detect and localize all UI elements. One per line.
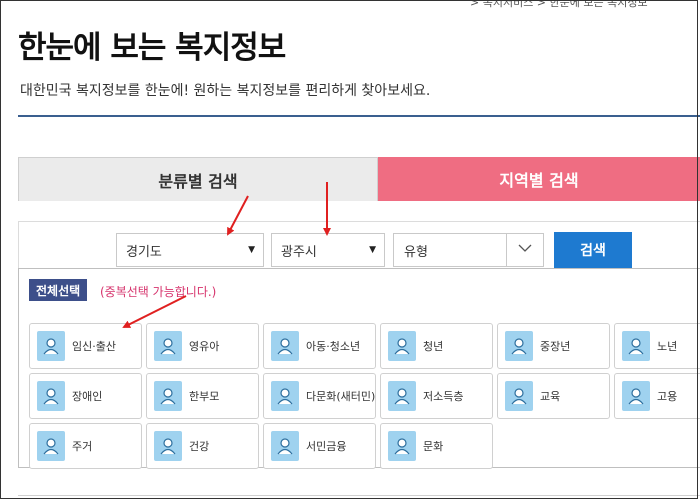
infant-icon [154,331,182,361]
category-item[interactable]: 영유아 [146,323,259,369]
category-label: 장애인 [72,390,103,403]
category-item[interactable]: 건강 [146,423,259,469]
heart-pulse-icon [154,431,182,461]
tab-region-search[interactable]: 지역별 검색 [378,157,700,201]
house-icon [37,431,65,461]
category-item[interactable]: 주거 [29,423,142,469]
category-label: 저소득층 [423,390,464,403]
category-item[interactable]: 교육 [497,373,610,419]
breadcrumb: > 복지서비스 > 한눈에 보는 복지정보 [470,0,648,9]
province-select[interactable]: 경기도 ▼ [116,233,264,267]
title-divider [18,115,700,117]
globe-icon [271,381,299,411]
dropdown-arrow-icon: ▼ [369,245,376,255]
select-all-button[interactable]: 전체선택 [29,279,88,301]
category-label: 임신·출산 [72,340,116,353]
category-item[interactable]: 중장년 [497,323,610,369]
category-label: 다문화(새터민) [306,390,376,403]
type-select[interactable]: 유형 [393,233,544,267]
category-label: 주거 [72,440,93,453]
category-label: 중장년 [540,340,571,353]
category-item[interactable]: 청년 [380,323,493,369]
category-label: 노년 [657,340,678,353]
page-title: 한눈에 보는 복지정보 [18,30,286,66]
province-value: 경기도 [126,244,162,260]
category-label: 고용 [657,390,678,403]
category-label: 교육 [540,390,561,403]
middle-aged-icon [505,331,533,361]
city-select[interactable]: 광주시 ▼ [271,233,385,267]
category-label: 청년 [423,340,444,353]
elderly-icon [622,331,650,361]
page-subtitle: 대한민국 복지정보를 한눈에! 원하는 복지정보를 편리하게 찾아보세요. [20,83,431,99]
category-item[interactable]: 임신·출산 [29,323,142,369]
type-value: 유형 [404,244,428,260]
category-label: 문화 [423,440,444,453]
select-divider [506,234,507,266]
hand-heart-icon [388,381,416,411]
chevron-down-icon [518,244,532,252]
category-item[interactable]: 문화 [380,423,493,469]
category-label: 한부모 [189,390,220,403]
wheelchair-icon [37,381,65,411]
category-item[interactable]: 노년 [614,323,700,369]
ferris-wheel-icon [388,431,416,461]
category-item[interactable]: 다문화(새터민) [263,373,376,419]
multi-select-note: (중복선택 가능합니다.) [100,285,217,299]
category-label: 건강 [189,440,210,453]
search-button[interactable]: 검색 [554,232,632,268]
category-item[interactable]: 저소득층 [380,373,493,419]
handshake-icon [622,381,650,411]
category-item[interactable]: 고용 [614,373,700,419]
category-item[interactable]: 한부모 [146,373,259,419]
child-youth-icon [271,331,299,361]
book-icon [505,381,533,411]
category-label: 서민금융 [306,440,347,453]
category-item[interactable]: 서민금융 [263,423,376,469]
category-label: 아동·청소년 [306,340,361,353]
category-label: 영유아 [189,340,220,353]
pregnancy-icon [37,331,65,361]
single-parent-icon [154,381,182,411]
panel-bottom-border [18,495,700,496]
young-adult-icon [388,331,416,361]
dropdown-arrow-icon: ▼ [248,245,255,255]
city-value: 광주시 [281,244,317,260]
tab-category-search[interactable]: 분류별 검색 [18,157,378,201]
search-tabs: 분류별 검색 지역별 검색 [18,157,700,201]
piggy-bank-icon [271,431,299,461]
category-item[interactable]: 장애인 [29,373,142,419]
category-item[interactable]: 아동·청소년 [263,323,376,369]
